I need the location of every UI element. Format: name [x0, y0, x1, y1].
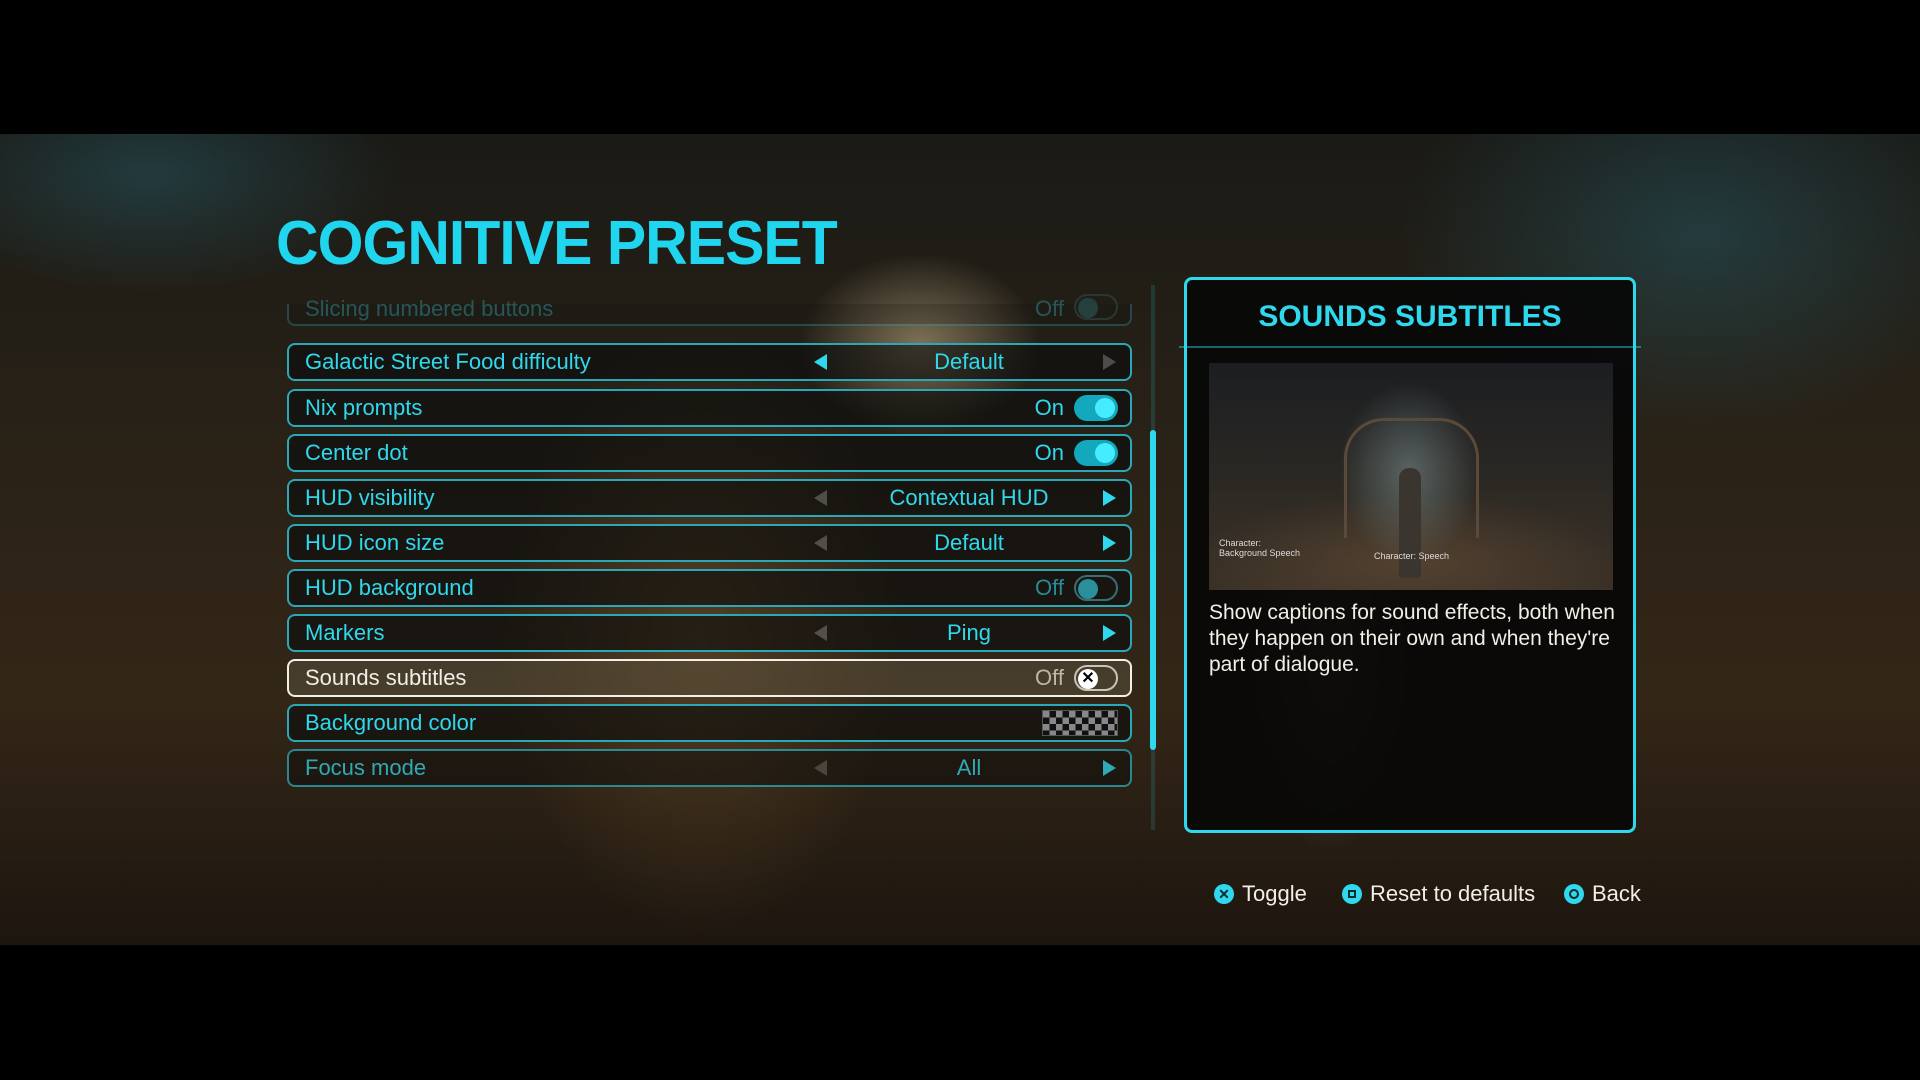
panel-description: Show captions for sound effects, both wh… [1209, 601, 1615, 676]
back-hint-label: Back [1592, 881, 1641, 906]
setting-markers[interactable]: Markers Ping [287, 614, 1132, 652]
toggle-switch[interactable] [1074, 395, 1118, 421]
setting-label: Sounds subtitles [305, 665, 467, 690]
setting-label: Markers [305, 620, 385, 645]
setting-label: HUD icon size [305, 530, 445, 555]
reset-hint-label: Reset to defaults [1370, 881, 1536, 906]
scrollbar-thumb[interactable] [1150, 430, 1156, 750]
setting-label: Nix prompts [305, 395, 423, 420]
transparent-color-swatch[interactable] [1042, 710, 1118, 736]
square-button-icon [1342, 884, 1362, 904]
setting-hud-visibility[interactable]: HUD visibility Contextual HUD [287, 479, 1132, 517]
setting-galactic-street-food-difficulty[interactable]: Galactic Street Food difficulty Default [287, 343, 1132, 381]
setting-background-color[interactable]: Background color [287, 704, 1132, 742]
toggle-switch[interactable] [1074, 575, 1118, 601]
arrow-right-icon[interactable] [1103, 354, 1116, 370]
toggle-state: On [1034, 395, 1064, 420]
panel-title: SOUNDS SUBTITLES [1258, 300, 1562, 333]
setting-value: Contextual HUD [889, 485, 1049, 510]
toggle-state: On [1034, 440, 1064, 465]
preview-image: Character: Background Speech Character: … [1209, 363, 1613, 590]
toggle-hint-label: Toggle [1242, 881, 1307, 906]
toggle-switch[interactable] [1074, 440, 1118, 466]
setting-hud-icon-size[interactable]: HUD icon size Default [287, 524, 1132, 562]
circle-button-icon [1564, 884, 1584, 904]
setting-value: Default [934, 530, 1004, 555]
setting-value: Default [934, 349, 1004, 374]
arrow-right-icon[interactable] [1103, 760, 1116, 776]
setting-label: HUD background [305, 575, 474, 600]
reset-defaults-hint[interactable]: Reset to defaults [1342, 881, 1535, 907]
arrow-left-icon[interactable] [814, 760, 827, 776]
setting-label: Galactic Street Food difficulty [305, 349, 591, 374]
setting-label: Center dot [305, 440, 408, 465]
setting-focus-mode[interactable]: Focus mode All [287, 749, 1132, 787]
toggle-switch[interactable]: ✕ [1074, 665, 1118, 691]
setting-nix-prompts[interactable]: Nix prompts On [287, 389, 1132, 427]
arrow-left-icon[interactable] [814, 490, 827, 506]
preview-caption: Character: Speech [1374, 551, 1450, 561]
arrow-right-icon[interactable] [1103, 490, 1116, 506]
arrow-right-icon[interactable] [1103, 625, 1116, 641]
setting-label: Focus mode [305, 755, 427, 780]
page-title: COGNITIVE PRESET [276, 209, 838, 278]
description-panel: SOUNDS SUBTITLES Character: Background S… [1179, 277, 1641, 833]
setting-label: Slicing numbered buttons [305, 296, 554, 321]
toggle-state: Off [1035, 296, 1064, 321]
toggle-hint[interactable]: ✕ Toggle [1214, 881, 1307, 907]
setting-label: Background color [305, 710, 477, 735]
setting-value: All [956, 755, 982, 780]
panel-divider [1179, 346, 1641, 348]
preview-caption: Character: Background Speech [1219, 538, 1301, 558]
setting-hud-background[interactable]: HUD background Off [287, 569, 1132, 607]
toggle-switch[interactable] [1074, 294, 1118, 320]
toggle-state: Off [1035, 665, 1064, 690]
setting-label: HUD visibility [305, 485, 435, 510]
setting-slicing-numbered-buttons[interactable]: Slicing numbered buttons Off [287, 294, 1132, 326]
back-hint[interactable]: Back [1564, 881, 1641, 907]
setting-sounds-subtitles[interactable]: Sounds subtitles Off ✕ [287, 659, 1132, 697]
setting-center-dot[interactable]: Center dot On [287, 434, 1132, 472]
arrow-left-icon[interactable] [814, 625, 827, 641]
arrow-left-icon[interactable] [814, 535, 827, 551]
arrow-left-icon[interactable] [814, 354, 827, 370]
toggle-state: Off [1035, 575, 1064, 600]
setting-value: Ping [946, 620, 992, 645]
arrow-right-icon[interactable] [1103, 535, 1116, 551]
cross-icon: ✕ [1078, 669, 1098, 689]
cross-button-icon: ✕ [1214, 884, 1234, 904]
